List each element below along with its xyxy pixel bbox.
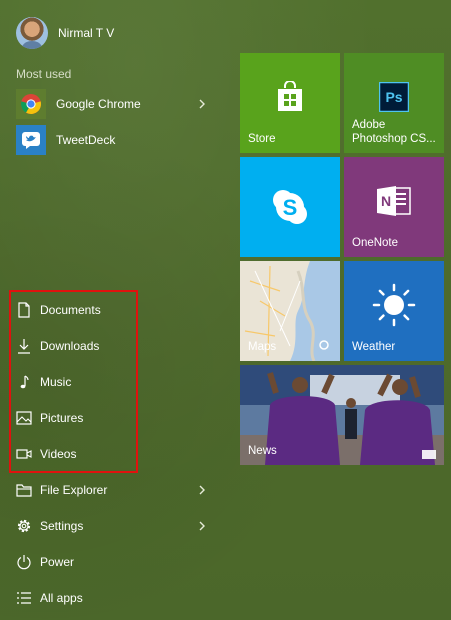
place-label: All apps [40,591,83,605]
svg-text:N: N [381,193,391,209]
user-account[interactable]: Nirmal T V [16,17,114,49]
app-google-chrome[interactable]: Google Chrome [16,88,216,120]
tile-store[interactable]: Store [240,53,340,153]
app-tweetdeck[interactable]: TweetDeck [16,124,216,156]
user-name: Nirmal T V [58,26,115,40]
tile-weather[interactable]: Weather [344,261,444,361]
document-icon [16,301,32,319]
chevron-right-icon[interactable] [196,483,208,497]
tile-adobe-photoshop[interactable]: Ps Adobe Photoshop CS... [344,53,444,153]
place-label: Music [40,375,72,389]
tile-label: Store [248,133,276,145]
place-label: Downloads [40,339,100,353]
photoshop-icon: Ps [379,82,409,112]
place-label: Documents [40,303,101,317]
tile-label: OneNote [352,237,399,249]
tweetdeck-icon [16,125,46,155]
all-apps[interactable]: All apps [16,584,216,612]
svg-text:Ps: Ps [385,89,402,105]
svg-text:S: S [283,195,298,220]
download-icon [16,337,32,355]
most-used-heading: Most used [16,67,72,81]
app-label: TweetDeck [56,133,116,147]
tile-label-line1: Adobe [352,119,386,131]
store-bag-icon [278,81,302,111]
tile-label: Weather [352,341,396,353]
chevron-right-icon[interactable] [196,97,208,111]
app-label: Google Chrome [56,97,141,111]
video-camera-icon [16,445,32,463]
power[interactable]: Power [16,548,216,576]
tile-skype[interactable]: S [240,157,340,257]
folder-icon [16,481,32,499]
place-pictures[interactable]: Pictures [16,404,216,432]
gear-icon [16,517,32,535]
file-explorer[interactable]: File Explorer [16,476,216,504]
sun-icon [372,283,416,327]
tile-label: News [248,445,277,457]
place-label: Settings [40,519,84,533]
tile-label: Maps [248,341,277,353]
tile-maps[interactable]: Maps [240,261,340,361]
place-label: Pictures [40,411,84,425]
tile-onenote[interactable]: N OneNote [344,157,444,257]
tile-label-line2: Photoshop CS... [352,133,436,145]
power-icon [16,553,32,571]
skype-icon: S [273,190,307,224]
place-downloads[interactable]: Downloads [16,332,216,360]
list-icon [16,589,32,607]
picture-icon [16,409,32,427]
chevron-right-icon[interactable] [196,519,208,533]
place-documents[interactable]: Documents [16,296,216,324]
place-label: Power [40,555,75,569]
place-videos[interactable]: Videos [16,440,216,468]
onenote-icon: N [377,186,411,216]
chrome-icon [16,89,46,119]
place-music[interactable]: Music [16,368,216,396]
start-menu-left-pane: Nirmal T V Most used Google Chrome Tweet… [0,0,236,620]
music-note-icon [16,373,32,391]
settings[interactable]: Settings [16,512,216,540]
place-label: Videos [40,447,77,461]
place-label: File Explorer [40,483,108,497]
avatar [16,17,48,49]
tile-news[interactable]: News [240,365,444,465]
